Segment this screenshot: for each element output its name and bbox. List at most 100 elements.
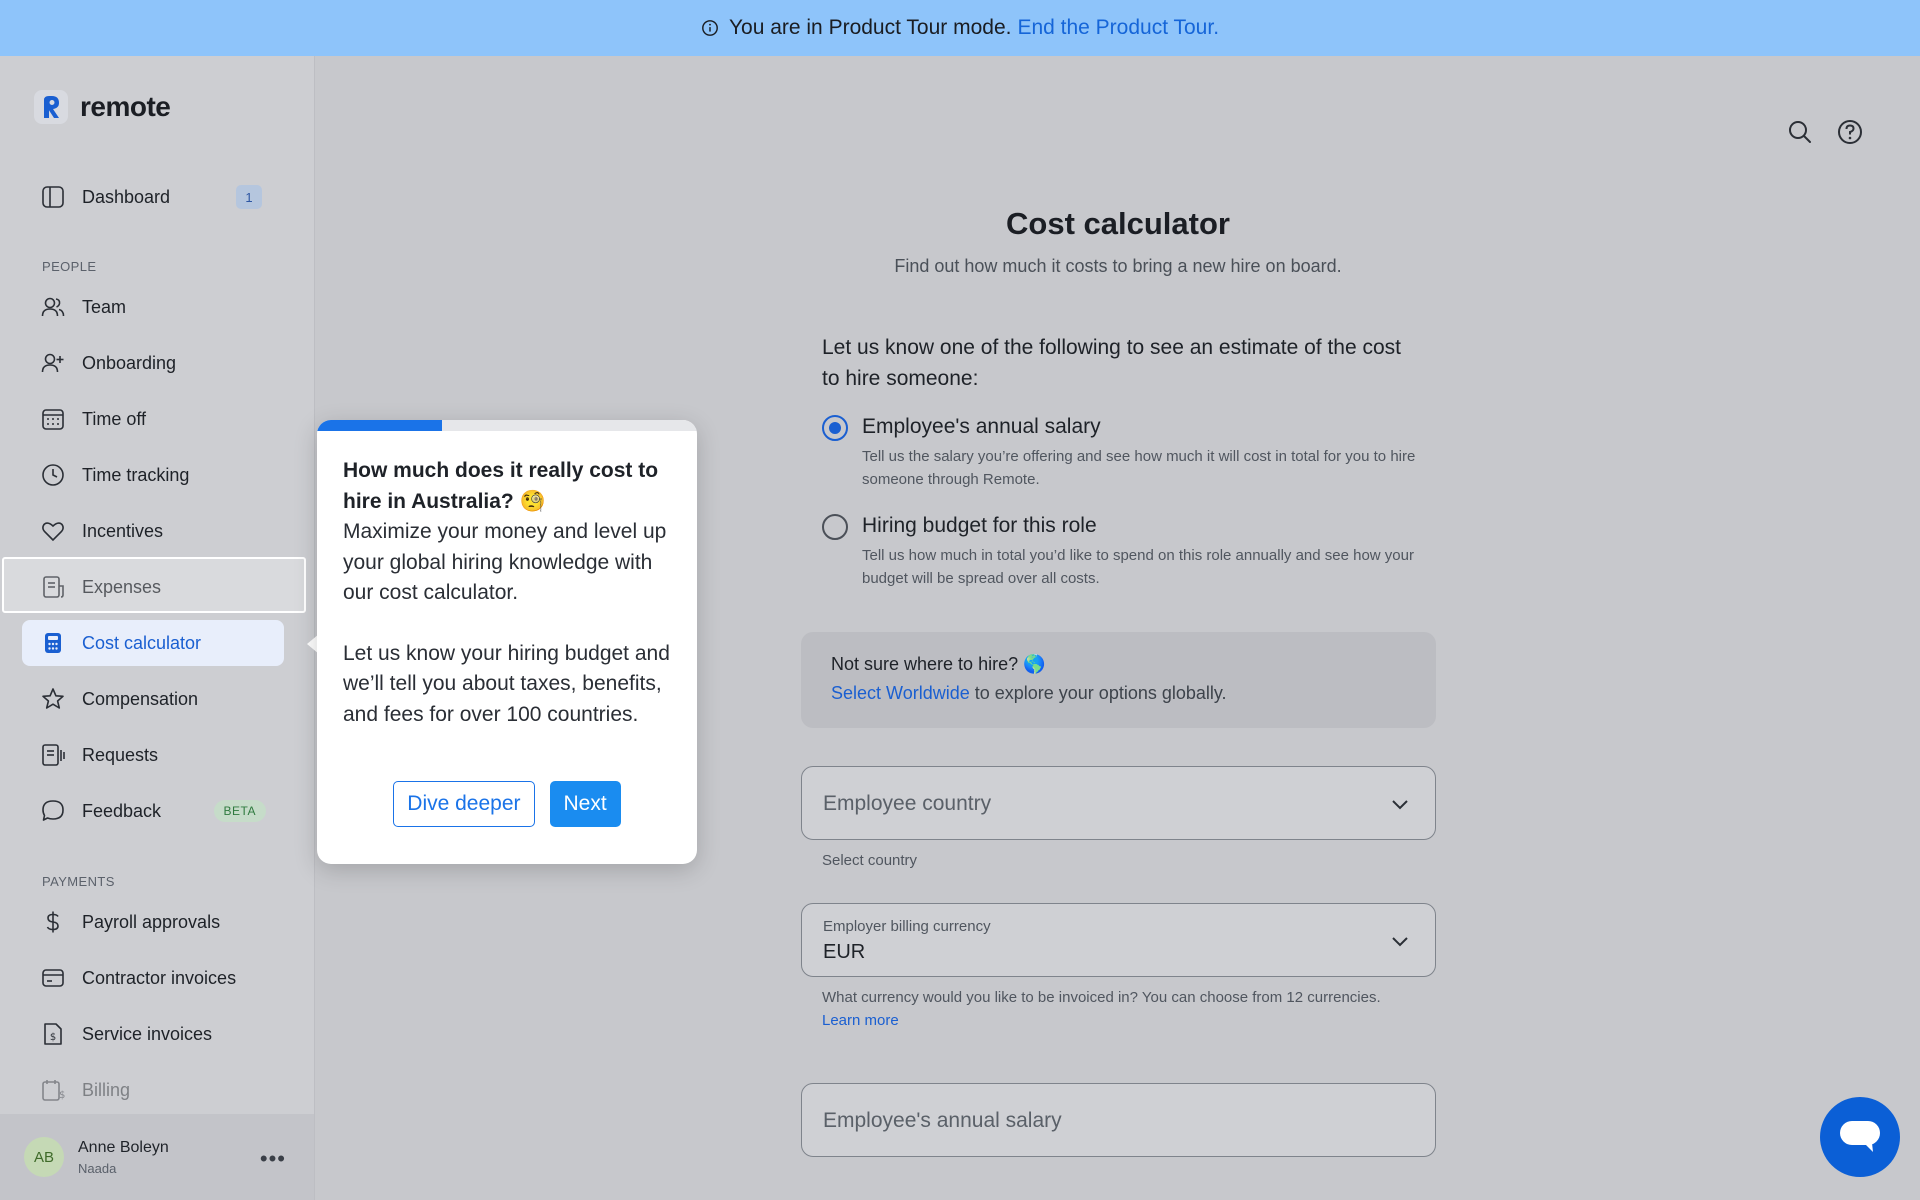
svg-text:$: $ bbox=[59, 1090, 65, 1101]
invoice-icon: $ bbox=[44, 1023, 62, 1045]
page-subtitle: Find out how much it costs to bring a ne… bbox=[894, 256, 1342, 276]
annual-salary-input[interactable]: Employee's annual salary bbox=[801, 1083, 1436, 1157]
currency-helper-text: What currency would you like to be invoi… bbox=[822, 986, 1382, 1032]
user-profile-bar[interactable]: AB Anne Boleyn Naada ••• bbox=[0, 1114, 314, 1200]
popover-body: How much does it really cost to hire in … bbox=[343, 456, 673, 730]
sidebar-item-label: Time tracking bbox=[82, 464, 190, 485]
sidebar-item-requests[interactable]: Requests bbox=[22, 732, 284, 778]
remote-logo-icon bbox=[34, 90, 68, 124]
option-description: Tell us how much in total you’d like to … bbox=[862, 547, 1414, 587]
chat-icon bbox=[1840, 1121, 1880, 1152]
sidebar-item-label: Feedback bbox=[82, 800, 162, 821]
popover-paragraph: Let us know your hiring budget and we’ll… bbox=[343, 641, 670, 726]
sidebar-item-billing[interactable]: $ Billing bbox=[22, 1067, 284, 1113]
chevron-down-icon bbox=[1392, 937, 1408, 947]
user-plus-icon bbox=[41, 353, 64, 373]
sidebar-item-team[interactable]: Team bbox=[22, 284, 284, 330]
heart-icon bbox=[42, 522, 64, 542]
dive-deeper-button[interactable]: Dive deeper bbox=[393, 781, 535, 827]
hint-line: Select Worldwide to explore your options… bbox=[831, 683, 1406, 704]
option-title: Hiring budget for this role bbox=[862, 514, 1097, 537]
more-options-button[interactable]: ••• bbox=[260, 1146, 286, 1172]
sidebar-item-label: Contractor invoices bbox=[82, 967, 237, 988]
end-tour-link[interactable]: End the Product Tour. bbox=[1017, 16, 1219, 40]
sidebar-item-service-invoices[interactable]: $ Service invoices bbox=[22, 1011, 284, 1057]
user-meta: Anne Boleyn Naada bbox=[78, 1139, 169, 1176]
section-label-people: PEOPLE bbox=[42, 259, 97, 274]
sidebar-item-label: Billing bbox=[82, 1079, 131, 1100]
sidebar-item-label: Dashboard bbox=[82, 186, 171, 207]
currency-label: Employer billing currency bbox=[823, 918, 991, 935]
sidebar-item-label: Service invoices bbox=[82, 1023, 213, 1044]
hint-text: to explore your options globally. bbox=[969, 683, 1227, 703]
dollar-icon bbox=[46, 911, 59, 933]
beta-badge: BETA bbox=[213, 800, 266, 822]
sidebar-item-payroll-approvals[interactable]: Payroll approvals bbox=[22, 899, 284, 945]
brand-logo[interactable]: remote bbox=[34, 90, 171, 124]
sidebar: remote Dashboard 1 PEOPLE Team Onboardin… bbox=[0, 56, 315, 1200]
avatar: AB bbox=[24, 1137, 64, 1177]
billing-icon: $ bbox=[42, 1080, 65, 1101]
svg-text:$: $ bbox=[50, 1032, 56, 1043]
calendar-icon bbox=[42, 409, 64, 430]
page-title: Cost calculator bbox=[1006, 206, 1230, 241]
notification-count-badge: 1 bbox=[236, 185, 262, 209]
next-button[interactable]: Next bbox=[549, 781, 621, 827]
sidebar-item-label: Compensation bbox=[82, 688, 199, 709]
user-name: Anne Boleyn bbox=[78, 1138, 169, 1156]
currency-value: EUR bbox=[823, 941, 866, 963]
country-placeholder: Employee country bbox=[823, 792, 992, 815]
sidebar-item-contractor-invoices[interactable]: Contractor invoices bbox=[22, 955, 284, 1001]
sidebar-item-dashboard[interactable]: Dashboard 1 bbox=[22, 174, 284, 220]
section-label-payments: PAYMENTS bbox=[42, 874, 115, 889]
sidebar-item-cost-calculator[interactable]: Cost calculator bbox=[22, 620, 284, 666]
banner-text: You are in Product Tour mode. bbox=[728, 16, 1012, 39]
select-worldwide-link[interactable]: Select Worldwide bbox=[831, 683, 970, 703]
info-icon bbox=[702, 20, 718, 36]
sidebar-item-label: Incentives bbox=[82, 520, 164, 541]
users-icon bbox=[41, 297, 65, 317]
sidebar-item-time-off[interactable]: Time off bbox=[22, 396, 284, 442]
product-tour-popover: How much does it really cost to hire in … bbox=[317, 420, 697, 864]
calculator-icon bbox=[45, 633, 61, 653]
chevron-down-icon bbox=[1392, 800, 1408, 810]
popover-actions: Dive deeper Next bbox=[317, 781, 697, 827]
option-title: Employee's annual salary bbox=[862, 415, 1101, 438]
user-company: Naada bbox=[78, 1160, 117, 1176]
tour-highlight-outline bbox=[2, 557, 306, 613]
sidebar-item-time-tracking[interactable]: Time tracking bbox=[22, 452, 284, 498]
intro-question: Let us know one of the following to see … bbox=[822, 336, 1402, 390]
sidebar-item-label: Requests bbox=[82, 744, 159, 765]
search-icon[interactable] bbox=[1786, 118, 1814, 146]
brand-name: remote bbox=[80, 91, 171, 122]
card-icon bbox=[42, 969, 64, 987]
popover-heading: How much does it really cost to hire in … bbox=[343, 459, 659, 513]
salary-placeholder: Employee's annual salary bbox=[823, 1109, 1062, 1132]
chat-launcher-button[interactable] bbox=[1820, 1097, 1900, 1177]
help-icon[interactable] bbox=[1836, 118, 1864, 146]
sidebar-item-label: Onboarding bbox=[82, 352, 177, 373]
sidebar-item-feedback[interactable]: Feedback BETA bbox=[22, 788, 284, 834]
chat-bubble-icon bbox=[42, 800, 64, 821]
hiring-budget-radio[interactable] bbox=[822, 514, 848, 540]
sidebar-item-compensation[interactable]: Compensation bbox=[22, 676, 284, 722]
annual-salary-radio[interactable] bbox=[822, 415, 848, 441]
clock-icon bbox=[42, 464, 64, 486]
requests-icon bbox=[42, 744, 65, 766]
sidebar-item-label: Time off bbox=[82, 408, 147, 429]
popover-paragraph: Maximize your money and level up your gl… bbox=[343, 520, 667, 604]
option-description: Tell us the salary you’re offering and s… bbox=[862, 448, 1416, 488]
worldwide-hint-box: Not sure where to hire? 🌎 Select Worldwi… bbox=[801, 632, 1436, 728]
country-helper-text: Select country bbox=[822, 852, 918, 869]
sidebar-item-incentives[interactable]: Incentives bbox=[22, 508, 284, 554]
employee-country-select[interactable]: Employee country bbox=[801, 766, 1436, 840]
product-tour-banner: You are in Product Tour mode. End the Pr… bbox=[0, 0, 1920, 56]
billing-currency-select[interactable]: Employer billing currency EUR bbox=[801, 903, 1436, 977]
tour-progress-bar bbox=[317, 420, 697, 431]
sidebar-item-onboarding[interactable]: Onboarding bbox=[22, 340, 284, 386]
currency-helper: What currency would you like to be invoi… bbox=[822, 989, 1381, 1006]
sidebar-item-label: Payroll approvals bbox=[82, 911, 221, 932]
hint-title: Not sure where to hire? 🌎 bbox=[831, 654, 1046, 674]
sidebar-item-label: Team bbox=[82, 296, 127, 317]
learn-more-link[interactable]: Learn more bbox=[822, 1012, 899, 1029]
